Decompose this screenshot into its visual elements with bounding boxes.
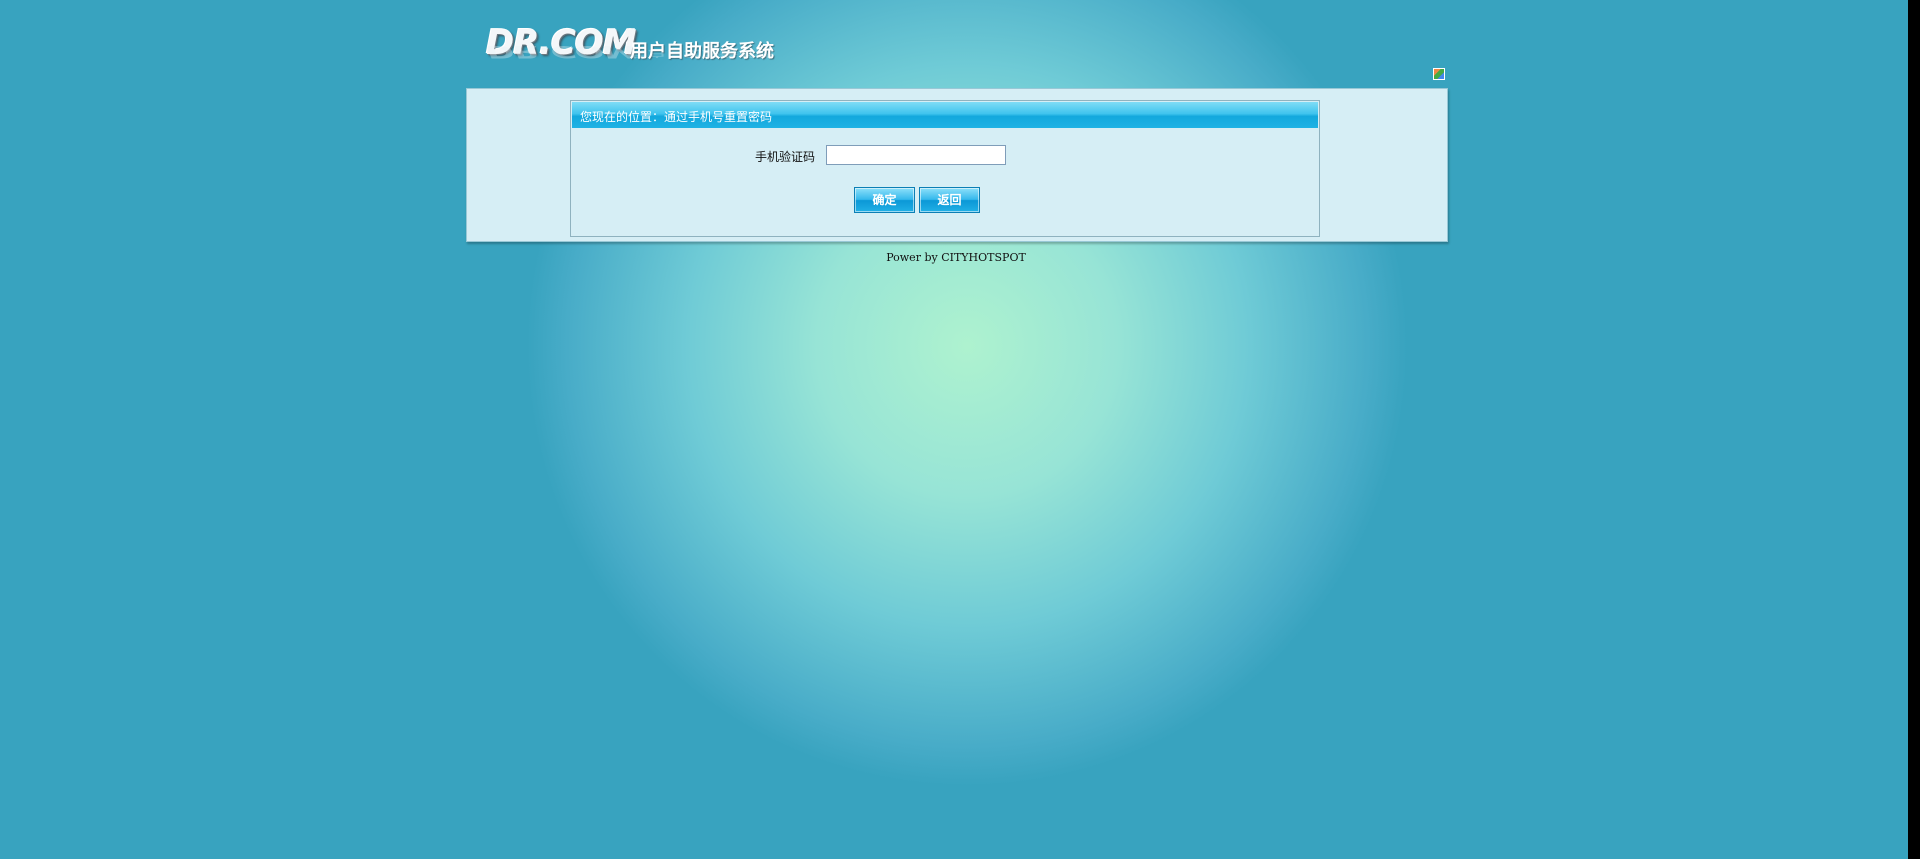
system-title-reflection: 用户自助服务系统	[630, 48, 774, 59]
main-panel: 您现在的位置：通过手机号重置密码 手机验证码 确定 返回	[466, 88, 1448, 242]
page-header: DR.COM DR.COM ® 用户自助服务系统 用户自助服务系统	[466, 0, 1448, 88]
drcom-logo: DR.COM DR.COM ®	[486, 26, 637, 86]
box-header-bar: 您现在的位置：通过手机号重置密码	[572, 102, 1318, 128]
sms-code-input[interactable]	[826, 145, 1006, 165]
reset-password-box: 您现在的位置：通过手机号重置密码 手机验证码 确定 返回	[570, 100, 1320, 237]
window-edge	[1908, 0, 1920, 859]
footer-credit: Power by CITYHOTSPOT	[886, 251, 1026, 264]
confirm-button[interactable]: 确定	[854, 187, 915, 213]
sms-code-label: 手机验证码	[755, 150, 816, 164]
back-button[interactable]: 返回	[919, 187, 980, 213]
logo-reflection: DR.COM	[486, 41, 636, 62]
language-flag-icon[interactable]	[1433, 68, 1445, 80]
breadcrumb: 您现在的位置：通过手机号重置密码	[580, 110, 773, 124]
